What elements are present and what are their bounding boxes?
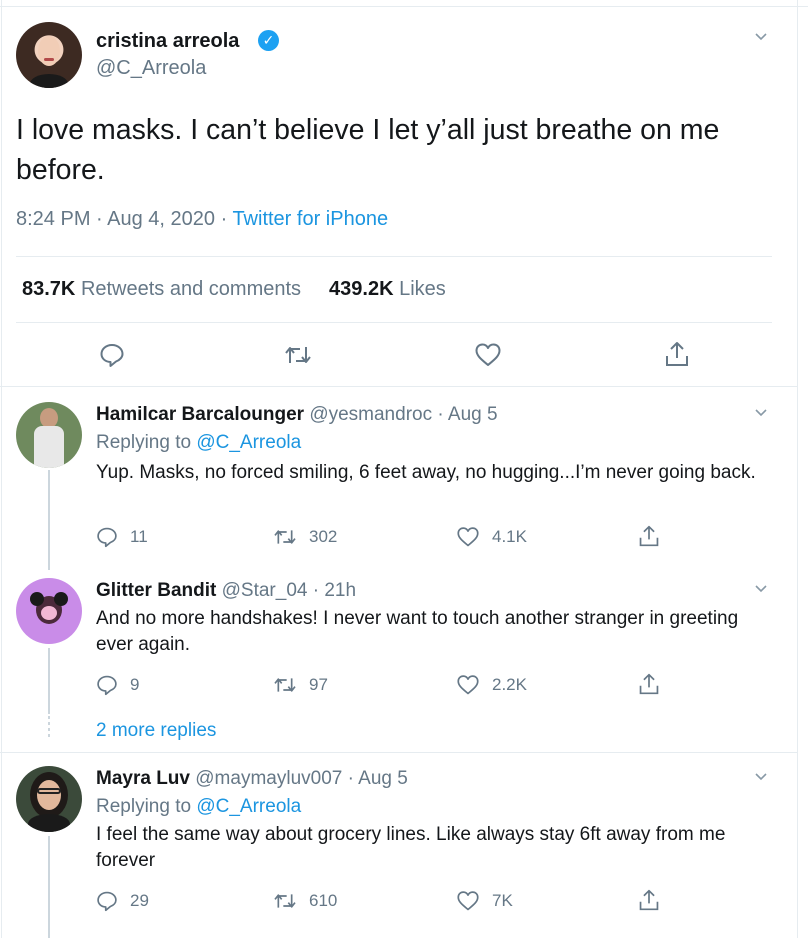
thread-dots [48, 716, 50, 740]
like-button[interactable]: 2.2K [456, 674, 527, 696]
reply-count: 11 [130, 527, 148, 546]
reply-avatar[interactable] [16, 766, 82, 832]
tweet-text: I love masks. I can’t believe I let y’al… [16, 114, 720, 186]
reply-icon[interactable] [99, 342, 125, 368]
author-avatar[interactable] [16, 22, 82, 88]
retweet-button[interactable]: 97 [273, 675, 328, 695]
tweet-timestamp[interactable]: 8:24 PM · Aug 4, 2020 · [16, 208, 232, 230]
replying-to: Replying to @C_Arreola [96, 432, 302, 453]
reply-handle-date[interactable]: @Star_04 · 21h [222, 580, 356, 601]
retweet-count: 610 [309, 891, 338, 910]
reply-avatar[interactable] [16, 402, 82, 468]
like-button[interactable]: 4.1K [456, 526, 527, 548]
tweet-stats: 83.7K Retweets and comments 439.2K Likes [22, 278, 446, 301]
reply-button[interactable]: 9 [96, 674, 139, 696]
retweet-button[interactable]: 610 [273, 891, 337, 911]
like-button[interactable]: 7K [456, 890, 513, 912]
top-border [0, 6, 808, 7]
reply-header: Glitter Bandit @Star_04 · 21h [96, 580, 356, 602]
author-name[interactable]: cristina arreola [96, 30, 239, 53]
share-button[interactable] [638, 524, 660, 548]
reply-count: 9 [130, 675, 140, 694]
like-count: 2.2K [492, 675, 527, 694]
chevron-down-icon[interactable] [754, 406, 768, 420]
reply-author-name[interactable]: Mayra Luv [96, 768, 190, 789]
tweet-thread: cristina arreola ✓ @C_Arreola I love mas… [0, 0, 808, 938]
reply-button[interactable]: 29 [96, 890, 149, 912]
mention-link[interactable]: @C_Arreola [196, 796, 301, 817]
reply-author-name[interactable]: Glitter Bandit [96, 580, 216, 601]
chevron-down-icon[interactable] [754, 30, 768, 44]
tweet-meta: 8:24 PM · Aug 4, 2020 · Twitter for iPho… [16, 208, 388, 231]
thread-line [48, 470, 50, 570]
left-border [1, 0, 2, 938]
reply-text: And no more handshakes! I never want to … [96, 608, 739, 655]
tweet-source[interactable]: Twitter for iPhone [232, 208, 388, 230]
chevron-down-icon[interactable] [754, 770, 768, 784]
share-icon[interactable] [664, 340, 690, 368]
like-count: 4.1K [492, 527, 527, 546]
retweet-button[interactable]: 302 [273, 527, 337, 547]
reply-handle-date[interactable]: @maymayluv007 · Aug 5 [195, 768, 408, 789]
share-button[interactable] [638, 672, 660, 696]
retweet-icon[interactable] [284, 343, 312, 367]
divider [16, 256, 772, 257]
author-handle[interactable]: @C_Arreola [96, 57, 206, 80]
thread-line [48, 648, 50, 714]
likes-stat[interactable]: 439.2K Likes [329, 278, 446, 300]
divider [16, 322, 772, 323]
reply-button[interactable]: 11 [96, 526, 148, 548]
more-replies-link[interactable]: 2 more replies [96, 720, 216, 742]
verified-badge-icon: ✓ [258, 30, 279, 51]
reply-header: Mayra Luv @maymayluv007 · Aug 5 [96, 768, 408, 790]
thread-line [48, 836, 50, 938]
reply-avatar[interactable] [16, 578, 82, 644]
retweet-count: 302 [309, 527, 338, 546]
mention-link[interactable]: @C_Arreola [196, 432, 301, 453]
divider [0, 386, 798, 387]
reply-header: Hamilcar Barcalounger @yesmandroc · Aug … [96, 404, 498, 426]
chevron-down-icon[interactable] [754, 582, 768, 596]
reply-count: 29 [130, 891, 149, 910]
like-icon[interactable] [474, 342, 502, 368]
replying-to: Replying to @C_Arreola [96, 796, 302, 817]
reply-text: I feel the same way about grocery lines.… [96, 824, 726, 871]
like-count: 7K [492, 891, 513, 910]
reply-author-name[interactable]: Hamilcar Barcalounger [96, 404, 304, 425]
reply-handle-date[interactable]: @yesmandroc · Aug 5 [309, 404, 497, 425]
share-button[interactable] [638, 888, 660, 912]
reply-text: Yup. Masks, no forced smiling, 6 feet aw… [96, 462, 756, 483]
right-border [797, 0, 798, 938]
divider [0, 752, 798, 753]
retweet-count: 97 [309, 675, 328, 694]
retweets-stat[interactable]: 83.7K Retweets and comments [22, 278, 301, 300]
